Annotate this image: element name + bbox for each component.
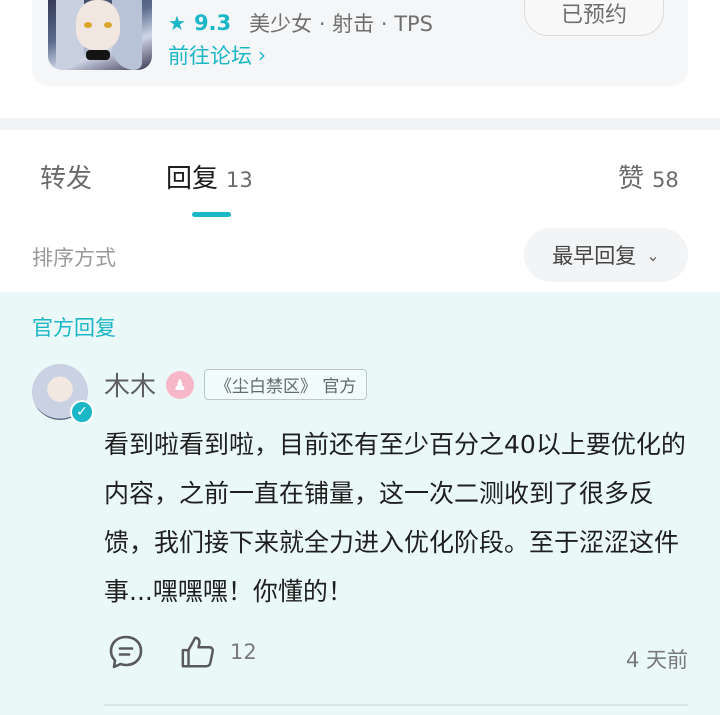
thumbs-up-icon-svg (181, 636, 215, 668)
game-meta: ★ 9.3 美少女 · 射击 · TPS (168, 8, 433, 38)
reserved-button[interactable]: 已预约 (524, 0, 664, 36)
forum-link-label: 前往论坛 (168, 44, 252, 68)
like-count: 12 (230, 640, 257, 664)
verified-icon: ✓ (70, 400, 94, 424)
tab-likes[interactable]: 赞 58 (618, 158, 679, 195)
like-control[interactable]: 12 (180, 634, 257, 670)
comment-icon[interactable] (108, 634, 144, 670)
tab-replies-label: 回复 (166, 164, 219, 194)
game-card[interactable]: ★ 9.3 美少女 · 射击 · TPS 前往论坛 › 已预约 (32, 0, 688, 86)
tab-replies[interactable]: 回复 13 (166, 158, 253, 195)
tab-bar: 转发 回复 13 赞 58 (0, 140, 720, 220)
star-icon: ★ (168, 11, 186, 35)
game-tags: 美少女 · 射击 · TPS (249, 12, 434, 36)
thumbnail-eye-left (84, 22, 92, 28)
reply-actions: 12 (108, 634, 257, 670)
section-divider (0, 118, 720, 130)
sort-dropdown[interactable]: 最早回复 ⌄ (524, 228, 688, 282)
level-icon: ♟ (166, 370, 195, 399)
tab-likes-label: 赞 (618, 164, 645, 194)
tab-repost[interactable]: 转发 (40, 158, 92, 195)
chevron-down-icon: ⌄ (646, 245, 660, 265)
tab-repost-label: 转发 (40, 164, 93, 194)
user-row: 木木 ♟ 《尘白禁区》 官方 (104, 366, 368, 403)
sort-selected: 最早回复 (552, 244, 637, 268)
tab-likes-count: 58 (652, 168, 679, 192)
thumbnail-eye-right (104, 22, 112, 28)
active-tab-indicator (192, 212, 231, 217)
chevron-right-icon: › (258, 43, 266, 67)
sort-label: 排序方式 (32, 246, 116, 270)
tab-replies-count: 13 (226, 168, 253, 192)
reply-time: 4 天前 (625, 648, 688, 672)
forum-link[interactable]: 前往论坛 › (168, 40, 266, 70)
official-badge: 《尘白禁区》 官方 (204, 369, 368, 400)
thumbnail-face (76, 0, 120, 50)
username[interactable]: 木木 (104, 366, 156, 403)
thumbs-up-icon[interactable] (180, 634, 216, 670)
game-rating: 9.3 (193, 11, 232, 35)
game-thumbnail[interactable] (48, 0, 152, 70)
official-reply-section: 官方回复 ✓ 木木 ♟ 《尘白禁区》 官方 看到啦看到啦，目前还有至少百分之40… (0, 292, 720, 715)
page: ★ 9.3 美少女 · 射击 · TPS 前往论坛 › 已预约 转发 回复 13… (0, 0, 720, 715)
avatar[interactable]: ✓ (32, 364, 94, 424)
comment-icon-svg (109, 635, 143, 669)
thumbnail-bow (86, 50, 110, 60)
reply-content: 看到啦看到啦，目前还有至少百分之40以上要优化的内容，之前一直在铺量，这一次二测… (104, 430, 686, 606)
official-reply-title: 官方回复 (32, 316, 116, 340)
reply-divider (104, 704, 688, 706)
